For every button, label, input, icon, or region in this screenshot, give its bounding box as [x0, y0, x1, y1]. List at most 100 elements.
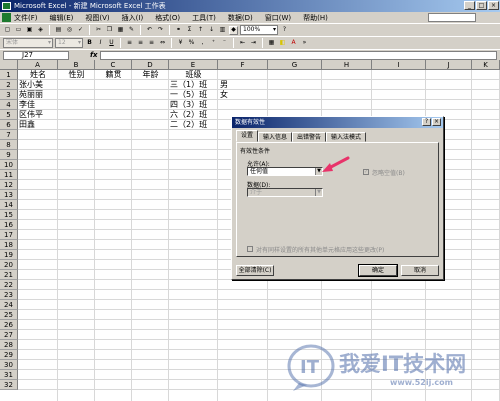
- row-header-29[interactable]: 29: [0, 350, 18, 360]
- increase-decimal-icon[interactable]: ⁺: [209, 39, 218, 48]
- menu-help[interactable]: 帮助(H): [303, 13, 328, 23]
- row-header-19[interactable]: 19: [0, 250, 18, 260]
- zoom-select[interactable]: 100%: [240, 25, 278, 35]
- row-header-3[interactable]: 3: [0, 90, 18, 100]
- align-left-icon[interactable]: ≡: [125, 39, 134, 48]
- cell-e4[interactable]: 四（3）班: [170, 100, 207, 110]
- row-header-7[interactable]: 7: [0, 130, 18, 140]
- cell-e5[interactable]: 六（2）班: [170, 110, 207, 120]
- row-header-9[interactable]: 9: [0, 150, 18, 160]
- row-header-22[interactable]: 22: [0, 280, 18, 290]
- column-header-d[interactable]: D: [132, 60, 169, 70]
- ok-button[interactable]: 确定: [358, 264, 398, 277]
- cut-icon[interactable]: ✂: [94, 26, 103, 35]
- column-header-i[interactable]: I: [372, 60, 426, 70]
- row-header-18[interactable]: 18: [0, 240, 18, 250]
- new-icon[interactable]: ▢: [3, 26, 12, 35]
- font-select[interactable]: 宋体: [3, 38, 53, 48]
- column-header-j[interactable]: J: [426, 60, 472, 70]
- menu-edit[interactable]: 编辑(E): [50, 13, 74, 23]
- undo-icon[interactable]: ↶: [145, 26, 154, 35]
- cell-c1[interactable]: 籍贯: [95, 70, 132, 80]
- clear-all-button[interactable]: 全部清除(C): [236, 265, 274, 276]
- sort-descending-icon[interactable]: ↓: [207, 26, 216, 35]
- row-header-8[interactable]: 8: [0, 140, 18, 150]
- sort-ascending-icon[interactable]: ↑: [196, 26, 205, 35]
- tab-settings[interactable]: 设置: [236, 130, 259, 142]
- row-header-6[interactable]: 6: [0, 120, 18, 130]
- row-header-14[interactable]: 14: [0, 200, 18, 210]
- column-header-k[interactable]: K: [472, 60, 500, 70]
- row-header-30[interactable]: 30: [0, 360, 18, 370]
- row-header-12[interactable]: 12: [0, 180, 18, 190]
- cell-e1[interactable]: 班级: [169, 70, 218, 80]
- row-header-25[interactable]: 25: [0, 310, 18, 320]
- cell-a5[interactable]: 区伟平: [19, 110, 43, 120]
- menu-format[interactable]: 格式(O): [155, 13, 180, 23]
- format-painter-icon[interactable]: ✎: [127, 26, 136, 35]
- menu-data[interactable]: 数据(D): [228, 13, 253, 23]
- column-header-b[interactable]: B: [58, 60, 95, 70]
- row-header-5[interactable]: 5: [0, 110, 18, 120]
- row-header-10[interactable]: 10: [0, 160, 18, 170]
- row-header-15[interactable]: 15: [0, 210, 18, 220]
- borders-icon[interactable]: ▦: [267, 39, 276, 48]
- column-header-c[interactable]: C: [95, 60, 132, 70]
- hyperlink-icon[interactable]: ⚭: [174, 26, 183, 35]
- row-header-17[interactable]: 17: [0, 230, 18, 240]
- row-header-26[interactable]: 26: [0, 320, 18, 330]
- cell-a3[interactable]: 苑丽丽: [19, 90, 43, 100]
- cell-a1[interactable]: 姓名: [18, 70, 58, 80]
- open-icon[interactable]: ▭: [14, 26, 23, 35]
- column-header-f[interactable]: F: [218, 60, 268, 70]
- row-header-11[interactable]: 11: [0, 170, 18, 180]
- tab-ime-mode[interactable]: 输入法模式: [326, 132, 367, 142]
- close-icon[interactable]: ×: [488, 1, 499, 10]
- minimize-icon[interactable]: _: [464, 1, 475, 10]
- cell-e6[interactable]: 二（2）班: [170, 120, 207, 130]
- cell-d1[interactable]: 年龄: [132, 70, 169, 80]
- italic-button[interactable]: I: [96, 39, 105, 48]
- menu-window[interactable]: 窗口(W): [265, 13, 291, 23]
- decrease-decimal-icon[interactable]: ⁻: [220, 39, 229, 48]
- formula-input[interactable]: [100, 51, 497, 60]
- toolbar-options-icon[interactable]: »: [300, 39, 309, 48]
- row-header-24[interactable]: 24: [0, 300, 18, 310]
- menu-view[interactable]: 视图(V): [85, 13, 109, 23]
- column-header-h[interactable]: H: [322, 60, 372, 70]
- column-header-a[interactable]: A: [18, 60, 58, 70]
- cell-e3[interactable]: 一（5）班: [170, 90, 207, 100]
- chevron-down-icon[interactable]: ▼: [315, 189, 322, 196]
- print-icon[interactable]: ▤: [54, 26, 63, 35]
- row-header-16[interactable]: 16: [0, 220, 18, 230]
- ignore-blank-checkbox[interactable]: ✓: [363, 169, 369, 175]
- close-icon[interactable]: ×: [432, 118, 441, 126]
- fill-color-icon[interactable]: ◧: [278, 39, 287, 48]
- align-center-icon[interactable]: ≡: [136, 39, 145, 48]
- align-right-icon[interactable]: ≡: [147, 39, 156, 48]
- row-header-13[interactable]: 13: [0, 190, 18, 200]
- cell-f2[interactable]: 男: [220, 80, 228, 90]
- help-question-input[interactable]: [428, 13, 476, 22]
- allow-select[interactable]: 任何值 ▼: [247, 167, 323, 176]
- row-header-32[interactable]: 32: [0, 380, 18, 390]
- column-header-g[interactable]: G: [268, 60, 322, 70]
- print-preview-icon[interactable]: ◎: [65, 26, 74, 35]
- help-icon[interactable]: ?: [280, 26, 289, 35]
- currency-icon[interactable]: ¥: [176, 39, 185, 48]
- save-icon[interactable]: ▣: [25, 26, 34, 35]
- copy-icon[interactable]: ❐: [105, 26, 114, 35]
- menu-file[interactable]: 文件(F): [14, 13, 38, 23]
- insert-function-icon[interactable]: fx: [90, 51, 98, 59]
- redo-icon[interactable]: ↷: [156, 26, 165, 35]
- autosum-icon[interactable]: Σ: [185, 26, 194, 35]
- cell-a2[interactable]: 张小美: [19, 80, 43, 90]
- row-header-23[interactable]: 23: [0, 290, 18, 300]
- font-size-select[interactable]: 12: [55, 38, 83, 48]
- row-header-28[interactable]: 28: [0, 340, 18, 350]
- select-all-corner[interactable]: [0, 60, 18, 70]
- spelling-icon[interactable]: ✓: [76, 26, 85, 35]
- font-color-icon[interactable]: A: [289, 39, 298, 48]
- cell-b1[interactable]: 性别: [58, 70, 95, 80]
- cancel-button[interactable]: 取消: [401, 265, 439, 276]
